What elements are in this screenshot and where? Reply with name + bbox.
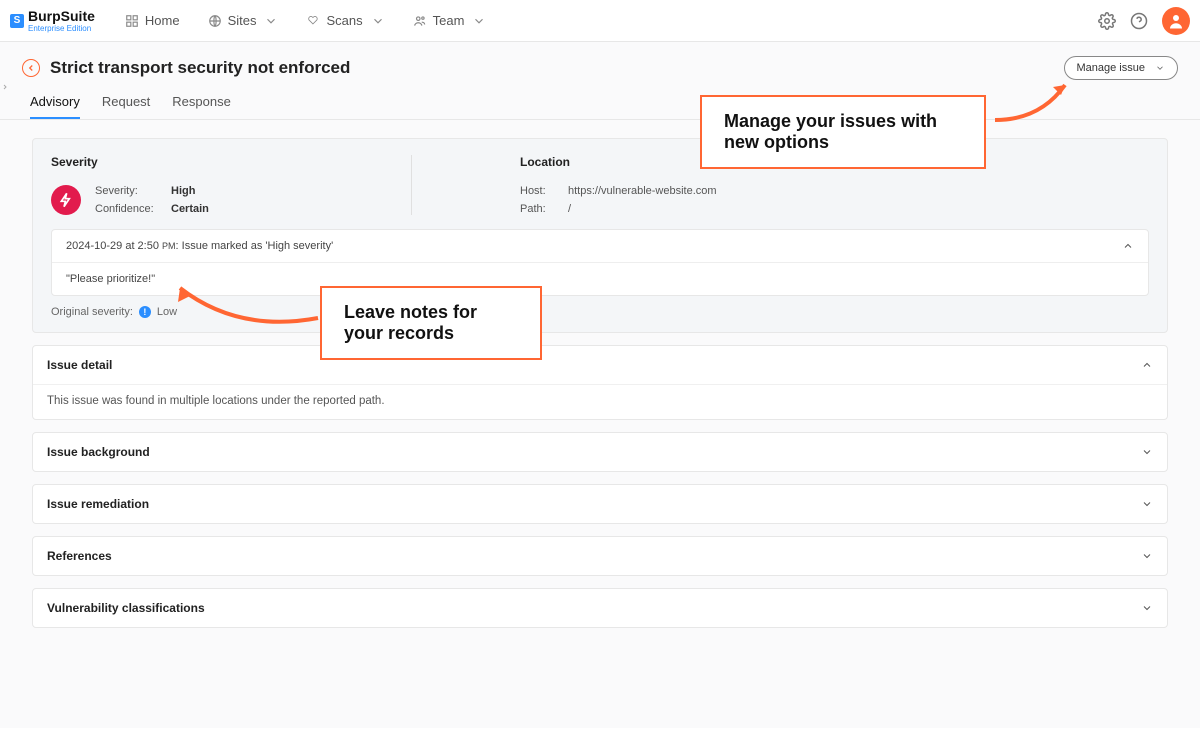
confidence-value: Certain [171, 203, 209, 215]
path-label: Path: [520, 203, 554, 215]
issue-title: Strict transport security not enforced [50, 58, 350, 78]
nav-label: Team [433, 13, 465, 28]
tab-advisory[interactable]: Advisory [30, 94, 80, 119]
vertical-divider [411, 155, 412, 215]
section-body: This issue was found in multiple locatio… [33, 384, 1167, 419]
issue-body: Severity Severity: High Confidence: Certai… [0, 120, 1200, 728]
chevron-up-icon [1141, 359, 1153, 371]
brand-mark-icon: S [10, 14, 24, 28]
section-title: Issue detail [47, 358, 112, 372]
nav-team[interactable]: Team [413, 13, 487, 28]
brand-name: BurpSuite [28, 9, 95, 23]
tab-request[interactable]: Request [102, 94, 150, 119]
orig-severity-label: Original severity: [51, 306, 133, 318]
nav-label: Sites [228, 13, 257, 28]
chevron-down-icon [472, 14, 486, 28]
section-issue-remediation: Issue remediation [32, 484, 1168, 524]
section-title: Vulnerability classifications [47, 601, 205, 615]
history-summary: 2024-10-29 at 2:50 PM: Issue marked as '… [66, 240, 333, 252]
back-button[interactable] [22, 59, 40, 77]
nav-label: Scans [326, 13, 362, 28]
nav-items: Home Sites Scans Team [125, 13, 1098, 28]
section-toggle-issue-remediation[interactable]: Issue remediation [33, 485, 1167, 523]
user-avatar[interactable] [1162, 7, 1190, 35]
path-value: / [568, 203, 571, 215]
brand-edition: Enterprise Edition [28, 25, 95, 33]
chevron-down-icon [1141, 446, 1153, 458]
callout-notes: Leave notes for your records [320, 286, 542, 360]
history-toggle[interactable]: 2024-10-29 at 2:50 PM: Issue marked as '… [52, 230, 1148, 263]
severity-label: Severity: [95, 185, 157, 197]
user-icon [1167, 12, 1185, 30]
chevron-down-icon [371, 14, 385, 28]
grid-icon [125, 14, 139, 28]
expand-handle[interactable] [0, 72, 10, 102]
section-toggle-references[interactable]: References [33, 537, 1167, 575]
chevron-down-icon [1155, 63, 1165, 73]
callout-manage: Manage your issues with new options [700, 95, 986, 169]
arrow-icon [990, 75, 1080, 125]
team-icon [413, 14, 427, 28]
severity-heading: Severity [51, 155, 331, 169]
confidence-label: Confidence: [95, 203, 157, 215]
location-heading: Location [520, 155, 717, 169]
section-vuln-class: Vulnerability classifications [32, 588, 1168, 628]
chevron-down-icon [1141, 550, 1153, 562]
section-issue-detail: Issue detail This issue was found in mul… [32, 345, 1168, 420]
host-value: https://vulnerable-website.com [568, 185, 717, 197]
brand-logo: S BurpSuite Enterprise Edition [10, 9, 95, 33]
manage-issue-button[interactable]: Manage issue [1064, 56, 1179, 80]
nav-scans[interactable]: Scans [306, 13, 384, 28]
scan-icon [306, 14, 320, 28]
section-issue-background: Issue background [32, 432, 1168, 472]
section-title: Issue remediation [47, 497, 149, 511]
info-icon: ! [139, 306, 151, 318]
section-toggle-issue-background[interactable]: Issue background [33, 433, 1167, 471]
chevron-down-icon [1141, 602, 1153, 614]
severity-value: High [171, 185, 195, 197]
help-icon[interactable] [1130, 12, 1148, 30]
nav-label: Home [145, 13, 180, 28]
top-nav: S BurpSuite Enterprise Edition Home Site… [0, 0, 1200, 42]
host-label: Host: [520, 185, 554, 197]
severity-badge-icon [51, 185, 81, 215]
topnav-right [1098, 7, 1190, 35]
section-title: References [47, 549, 112, 563]
section-toggle-issue-detail[interactable]: Issue detail [33, 346, 1167, 384]
section-references: References [32, 536, 1168, 576]
manage-issue-label: Manage issue [1077, 62, 1146, 74]
chevron-down-icon [264, 14, 278, 28]
chevron-up-icon [1122, 240, 1134, 252]
globe-icon [208, 14, 222, 28]
nav-sites[interactable]: Sites [208, 13, 279, 28]
section-title: Issue background [47, 445, 150, 459]
tab-response[interactable]: Response [172, 94, 231, 119]
section-toggle-vuln-class[interactable]: Vulnerability classifications [33, 589, 1167, 627]
nav-home[interactable]: Home [125, 13, 180, 28]
arrow-icon [168, 278, 328, 338]
settings-icon[interactable] [1098, 12, 1116, 30]
chevron-down-icon [1141, 498, 1153, 510]
